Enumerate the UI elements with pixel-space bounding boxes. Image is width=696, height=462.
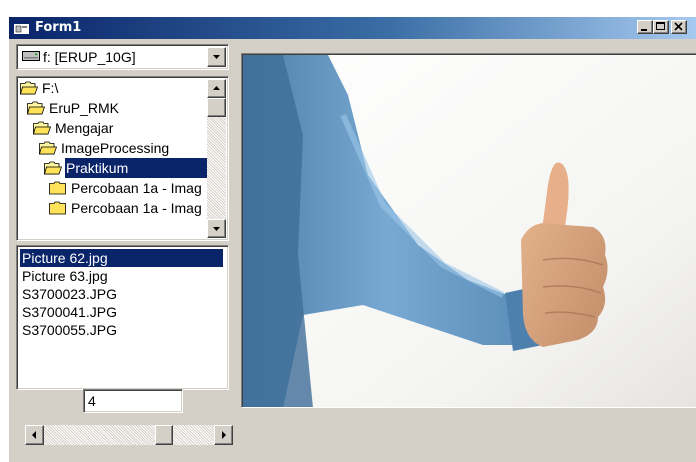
horizontal-scrollbar[interactable] (25, 425, 233, 445)
scroll-thumb[interactable] (155, 425, 173, 445)
maximize-icon (656, 22, 665, 30)
arm-thumbs-up-photo (243, 55, 696, 407)
close-button[interactable] (671, 20, 687, 34)
folder-icon (49, 181, 66, 195)
folder-icon (49, 201, 66, 215)
drive-label: f: [ERUP_10G] (43, 49, 136, 65)
maximize-button[interactable] (653, 20, 669, 34)
picture-box (241, 53, 696, 408)
window-title: Form1 (35, 20, 82, 35)
file-item[interactable]: Picture 63.jpg (20, 267, 108, 285)
drive-dropdown-button[interactable] (207, 47, 226, 67)
dir-label: EruP_RMK (49, 100, 120, 116)
open-folder-icon (33, 121, 51, 135)
arrow-left-icon (32, 431, 36, 439)
open-folder-icon (20, 81, 38, 95)
minimize-button[interactable] (637, 20, 653, 34)
chevron-down-icon (213, 55, 220, 59)
open-folder-icon (27, 101, 45, 115)
form-icon (14, 21, 29, 34)
file-item[interactable]: S3700041.JPG (20, 303, 117, 321)
minimize-icon (641, 29, 647, 31)
scroll-right-button[interactable] (214, 425, 233, 445)
value-textbox[interactable]: 4 (83, 389, 183, 413)
scroll-up-button[interactable] (207, 79, 226, 98)
open-folder-icon (39, 141, 57, 155)
dir-label: Praktikum (65, 158, 217, 178)
file-item[interactable]: S3700055.JPG (20, 321, 117, 339)
file-item[interactable]: S3700023.JPG (20, 285, 117, 303)
scroll-left-button[interactable] (25, 425, 44, 445)
dir-label: ImageProcessing (61, 140, 170, 156)
arrow-right-icon (222, 431, 226, 439)
file-list[interactable]: Picture 62.jpg Picture 63.jpg S3700023.J… (16, 245, 229, 390)
title-bar[interactable]: Form1 (9, 17, 696, 39)
dir-label: Mengajar (55, 120, 114, 136)
dir-label: Percobaan 1a - Imag (71, 180, 202, 196)
dir-label: F:\ (42, 80, 59, 96)
dir-label: Percobaan 1a - Imag (71, 200, 202, 216)
scroll-thumb[interactable] (207, 98, 226, 117)
directory-scrollbar[interactable] (207, 79, 226, 238)
arrow-up-icon (213, 86, 220, 90)
arrow-down-icon (213, 227, 220, 231)
scroll-down-button[interactable] (207, 219, 226, 238)
hard-drive-icon (22, 51, 40, 61)
close-icon (674, 22, 683, 31)
form1-window: Form1 f: [ERUP_10G] F:\ EruP_RMK Mengaja… (8, 16, 696, 462)
drive-list-combo[interactable]: f: [ERUP_10G] (16, 44, 229, 70)
open-folder-icon (44, 161, 62, 175)
file-item-selected[interactable]: Picture 62.jpg (20, 249, 223, 267)
directory-list[interactable]: F:\ EruP_RMK Mengajar ImageProcessing Pr… (16, 76, 229, 241)
